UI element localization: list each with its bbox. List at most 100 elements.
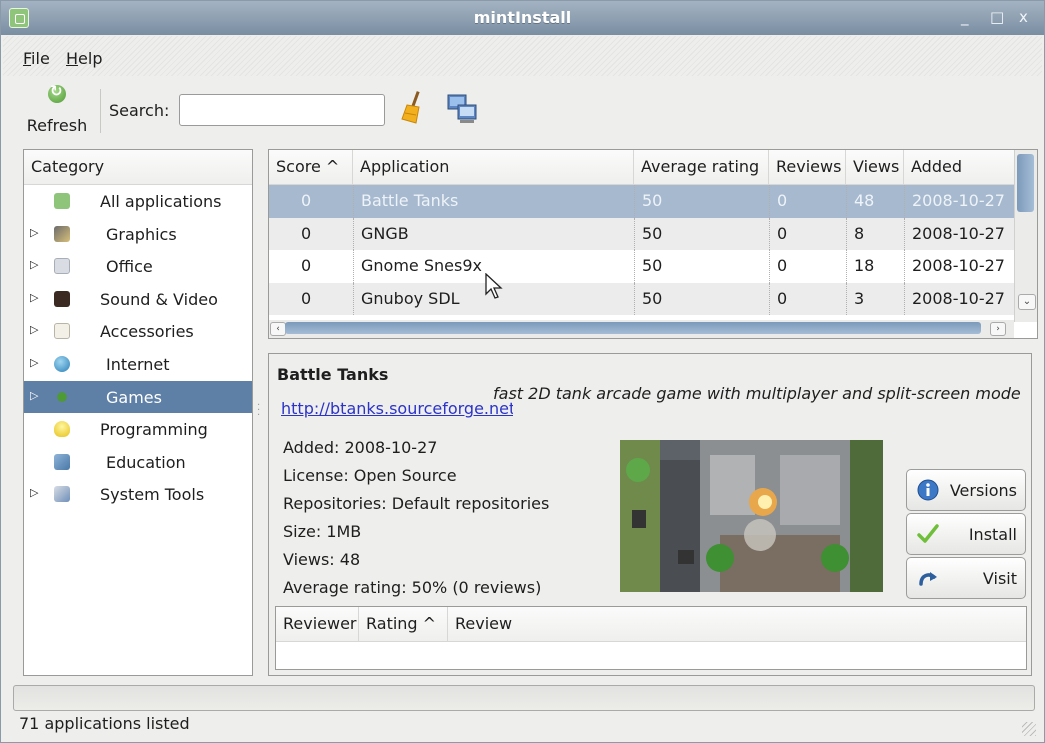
menu-help-mnemonic: H (66, 49, 79, 68)
cell-added: 2008-10-27 (904, 282, 1014, 315)
system-tools-icon (54, 486, 70, 503)
category-item-all-applications[interactable]: All applications (24, 185, 252, 218)
category-item-office[interactable]: ▷ Office (24, 250, 252, 283)
table-row[interactable]: 0 GNGB 50 0 8 2008-10-27 (269, 217, 1014, 250)
cell-added: 2008-10-27 (904, 250, 1014, 283)
column-review[interactable]: Review (448, 607, 1026, 641)
cell-average-rating: 50 (634, 250, 769, 283)
expander-icon[interactable]: ▷ (30, 389, 38, 402)
cell-views: 48 (846, 185, 904, 218)
column-reviewer[interactable]: Reviewer (276, 607, 359, 641)
category-label: Graphics (106, 224, 177, 244)
scroll-down-button[interactable]: ⌄ (1018, 294, 1036, 310)
cell-application: Battle Tanks (353, 185, 634, 218)
category-item-sound-video[interactable]: ▷ Sound & Video (24, 283, 252, 316)
column-views[interactable]: Views (846, 150, 904, 184)
column-average-rating[interactable]: Average rating (634, 150, 769, 184)
category-label: All applications (100, 192, 222, 211)
main-window: mintInstall _ □ x File Help Refresh Sear… (0, 0, 1045, 743)
close-button[interactable]: x (1019, 8, 1028, 26)
cell-added: 2008-10-27 (904, 185, 1014, 218)
maximize-button[interactable]: □ (990, 8, 1004, 26)
title-bar[interactable]: mintInstall _ □ x (1, 1, 1044, 35)
category-list[interactable]: Category All applications ▷ Graphics ▷ O… (23, 149, 253, 676)
status-text: 71 applications listed (19, 714, 190, 733)
office-icon (54, 258, 70, 275)
search-input[interactable] (179, 94, 385, 126)
cell-average-rating: 50 (634, 217, 769, 250)
cell-average-rating: 50 (634, 185, 769, 218)
scroll-right-button[interactable]: › (990, 322, 1006, 336)
menu-file-mnemonic: F (23, 49, 32, 68)
reviews-table-header: Reviewer Rating ^ Review (276, 607, 1026, 642)
column-added[interactable]: Added (904, 150, 1014, 184)
scrollbar-thumb[interactable] (1017, 154, 1034, 212)
reviews-table[interactable]: Reviewer Rating ^ Review (275, 606, 1027, 670)
expander-icon[interactable]: ▷ (30, 356, 38, 369)
refresh-button[interactable]: Refresh (23, 82, 91, 137)
resize-grip-icon[interactable] (1022, 722, 1036, 736)
app-screenshot[interactable] (620, 440, 883, 592)
category-label: Accessories (100, 322, 194, 342)
install-label: Install (968, 524, 1017, 544)
cell-score: 0 (301, 256, 312, 275)
info-views: Views: 48 (283, 550, 361, 569)
mint-icon (54, 193, 70, 209)
info-size: Size: 1MB (283, 522, 362, 541)
table-row[interactable]: 0 Gnuboy SDL 50 0 3 2008-10-27 (269, 282, 1014, 315)
scrollbar-thumb[interactable] (285, 322, 981, 334)
visit-button[interactable]: Visit (906, 557, 1026, 599)
vertical-scrollbar[interactable]: ⌄ (1014, 150, 1037, 322)
horizontal-scrollbar[interactable]: ‹ › (269, 320, 1014, 338)
applications-table[interactable]: Score ^ Application Average rating Revie… (268, 149, 1038, 339)
expander-icon[interactable]: ▷ (30, 291, 38, 304)
refresh-label: Refresh (26, 116, 88, 135)
games-icon (54, 388, 70, 405)
category-header[interactable]: Category (24, 150, 252, 185)
info-repositories: Repositories: Default repositories (283, 494, 550, 513)
expander-icon[interactable]: ▷ (30, 486, 38, 499)
category-item-system-tools[interactable]: ▷ System Tools (24, 478, 252, 511)
cell-score: 0 (301, 191, 312, 210)
app-description: fast 2D tank arcade game with multiplaye… (493, 384, 1021, 403)
broom-icon[interactable] (400, 91, 424, 125)
mouse-cursor-icon (485, 273, 503, 299)
expander-icon[interactable]: ▷ (30, 323, 38, 336)
cell-reviews: 0 (769, 250, 846, 283)
redo-arrow-icon (919, 572, 937, 586)
cell-reviews: 0 (769, 185, 846, 218)
expander-icon[interactable]: ▷ (30, 258, 38, 271)
column-reviews[interactable]: Reviews (769, 150, 846, 184)
versions-button[interactable]: Versions (906, 469, 1026, 511)
category-label: Sound & Video (100, 289, 218, 309)
internet-icon (54, 355, 70, 372)
column-rating[interactable]: Rating ^ (359, 607, 448, 641)
menu-file[interactable]: File (23, 49, 50, 68)
app-website-link[interactable]: http://btanks.sourceforge.net (281, 399, 513, 418)
cell-score: 0 (301, 288, 312, 308)
pane-resize-handle[interactable]: · · · (257, 401, 260, 421)
scroll-left-button[interactable]: ‹ (270, 322, 286, 336)
toolbar-separator (100, 89, 101, 133)
info-average-rating: Average rating: 50% (0 reviews) (283, 578, 542, 597)
category-item-games[interactable]: ▷ Games (24, 380, 252, 414)
expander-icon[interactable]: ▷ (30, 226, 38, 239)
education-icon (54, 453, 70, 470)
table-row[interactable]: 0 Gnome Snes9x 50 0 18 2008-10-27 (269, 250, 1014, 283)
column-application[interactable]: Application (353, 150, 634, 184)
cell-views: 8 (846, 217, 904, 250)
column-score[interactable]: Score ^ (269, 150, 353, 184)
install-button[interactable]: Install (906, 513, 1026, 555)
minimize-button[interactable]: _ (961, 8, 969, 26)
category-item-accessories[interactable]: ▷ Accessories (24, 315, 252, 348)
table-row[interactable]: 0 Battle Tanks 50 0 48 2008-10-27 (269, 185, 1014, 218)
category-item-education[interactable]: Education (24, 446, 252, 479)
category-item-programming[interactable]: Programming (24, 413, 252, 446)
menu-help[interactable]: Help (66, 49, 102, 68)
category-item-graphics[interactable]: ▷ Graphics (24, 218, 252, 251)
application-details: Battle Tanks fast 2D tank arcade game wi… (268, 353, 1032, 676)
info-license: License: Open Source (283, 466, 457, 485)
network-icon[interactable] (446, 93, 478, 125)
menu-file-label: ile (31, 49, 50, 68)
category-item-internet[interactable]: ▷ Internet (24, 348, 252, 381)
